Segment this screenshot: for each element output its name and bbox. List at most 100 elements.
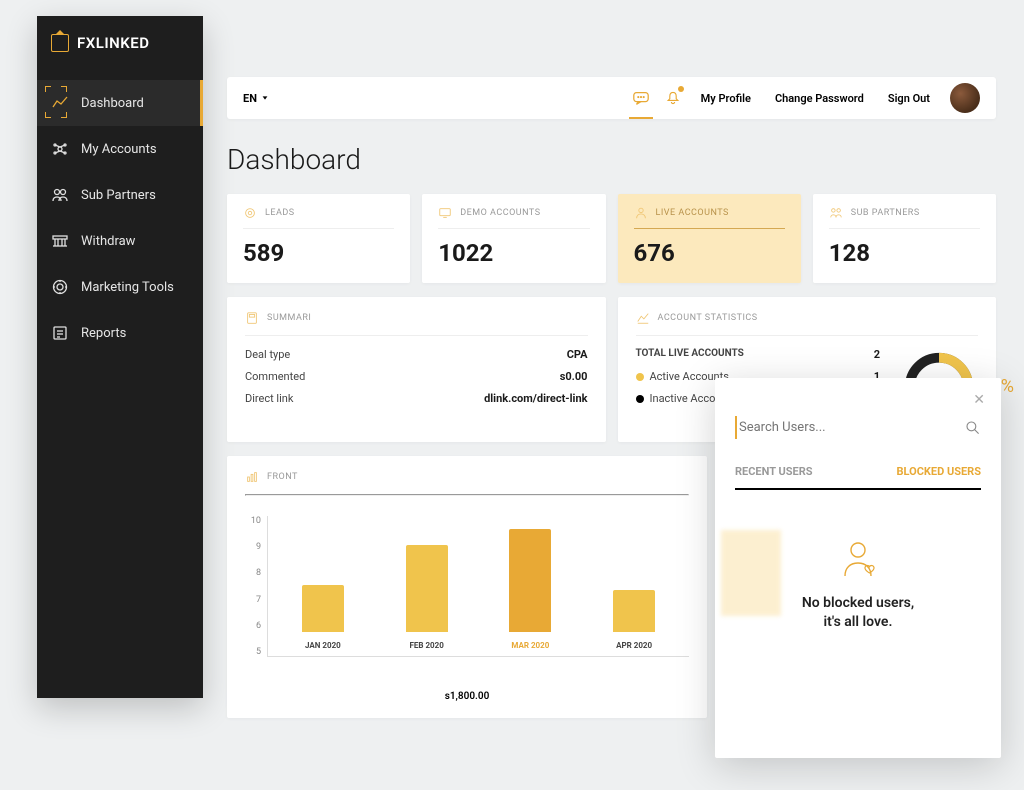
empty-message: No blocked users, it's all love. <box>802 594 914 633</box>
stat-label: LEADS <box>265 208 295 218</box>
demo-icon <box>438 206 452 220</box>
stat-label: LIVE ACCOUNTS <box>656 208 729 218</box>
stat-cards: LEADS 589 DEMO ACCOUNTS 1022 LIVE ACCOUN… <box>227 194 996 283</box>
reports-icon <box>51 324 69 342</box>
summary-row: Deal typeCPA <box>245 348 588 361</box>
bar-column[interactable]: FEB 2020 <box>390 545 464 632</box>
messages-icon[interactable] <box>625 77 657 119</box>
sidebar-item-reports[interactable]: Reports <box>37 310 203 356</box>
stat-label: SUB PARTNERS <box>851 208 920 218</box>
notification-badge <box>678 86 684 92</box>
stat-value: 589 <box>243 239 394 267</box>
summary-panel: SUMMARI Deal typeCPA Commenteds0.00 Dire… <box>227 297 606 442</box>
bar-column[interactable]: MAR 2020 <box>494 529 568 632</box>
total-live-row: TOTAL LIVE ACCOUNTS 2 <box>636 348 881 361</box>
summary-value: s0.00 <box>560 370 588 383</box>
accounts-icon <box>51 140 69 158</box>
close-icon[interactable]: ✕ <box>973 392 985 408</box>
partners-icon <box>829 206 843 220</box>
stat-card-leads[interactable]: LEADS 589 <box>227 194 410 283</box>
bars: JAN 2020 FEB 2020 MAR 2020 APR 2020 <box>267 516 689 657</box>
drawer-tabs: RECENT USERS BLOCKED USERS <box>735 465 981 478</box>
bar <box>406 545 448 632</box>
stat-value: 1022 <box>438 239 589 267</box>
tab-underline <box>735 488 981 490</box>
search-icon[interactable] <box>965 420 981 436</box>
bar-label: JAN 2020 <box>305 641 341 650</box>
summary-row: Commenteds0.00 <box>245 370 588 383</box>
stat-card-demo[interactable]: DEMO ACCOUNTS 1022 <box>422 194 605 283</box>
sidebar-item-label: Dashboard <box>81 96 144 111</box>
tab-blocked-users[interactable]: BLOCKED USERS <box>896 465 981 478</box>
sidebar-item-accounts[interactable]: My Accounts <box>37 126 203 172</box>
subpartners-icon <box>51 186 69 204</box>
sidebar-item-label: Withdraw <box>81 234 135 249</box>
bar-label: FEB 2020 <box>409 641 443 650</box>
legend-dot-active <box>636 373 644 381</box>
summary-value: CPA <box>567 348 588 361</box>
withdraw-icon <box>51 232 69 250</box>
bar-label: APR 2020 <box>616 641 652 650</box>
marketing-icon <box>51 278 69 296</box>
sidebar-item-label: Reports <box>81 326 126 341</box>
bar-column[interactable]: APR 2020 <box>597 590 671 632</box>
live-icon <box>634 206 648 220</box>
search-row <box>735 416 981 439</box>
y-tick: 7 <box>245 595 261 605</box>
nav: Dashboard My Accounts Sub Partners Withd… <box>37 80 203 356</box>
panel-title: ACCOUNT STATISTICS <box>658 313 758 323</box>
y-tick: 8 <box>245 568 261 578</box>
stat-card-sub[interactable]: SUB PARTNERS 128 <box>813 194 996 283</box>
page-title: Dashboard <box>227 143 996 176</box>
search-input[interactable] <box>739 416 965 439</box>
users-drawer: ✕ RECENT USERS BLOCKED USERS No blocked … <box>715 378 1001 758</box>
glow <box>721 530 781 616</box>
empty-state: No blocked users, it's all love. <box>735 538 981 633</box>
dashboard-icon <box>51 94 69 112</box>
brand-name: FXLINKED <box>77 34 150 52</box>
stat-card-live[interactable]: LIVE ACCOUNTS 676 <box>618 194 801 283</box>
y-tick: 5 <box>245 647 261 657</box>
topbar: EN My Profile Change Password Sign Out <box>227 77 996 119</box>
user-heart-icon <box>837 538 879 580</box>
bar-label: MAR 2020 <box>511 641 549 650</box>
stat-label: DEMO ACCOUNTS <box>460 208 540 218</box>
stat-value: 128 <box>829 239 980 267</box>
chart-panel: FRONT 1098765 JAN 2020FEB 2020MAR 2020AP… <box>227 456 707 718</box>
chevron-down-icon <box>261 94 269 102</box>
total-label: TOTAL LIVE ACCOUNTS <box>636 348 744 361</box>
chart-area: 10 9 8 7 6 5 JAN 2020 FEB 2020 MAR 2020 APR 2020 <box>245 516 689 681</box>
y-tick: 10 <box>245 516 261 526</box>
bar-column[interactable]: JAN 2020 <box>286 585 360 632</box>
summary-key: Direct link <box>245 392 293 405</box>
language-label: EN <box>243 92 257 105</box>
chart-caption: s1,800.00 <box>245 691 689 702</box>
language-selector[interactable]: EN <box>243 92 269 105</box>
summary-value: dlink.com/direct-link <box>484 392 587 405</box>
total-value: 2 <box>874 348 880 361</box>
bar <box>302 585 344 632</box>
sign-out-link[interactable]: Sign Out <box>888 92 930 105</box>
y-tick: 9 <box>245 542 261 552</box>
bar <box>509 529 551 632</box>
sidebar-item-withdraw[interactable]: Withdraw <box>37 218 203 264</box>
sidebar-item-label: My Accounts <box>81 142 157 157</box>
y-axis: 10 9 8 7 6 5 <box>245 516 267 681</box>
sidebar-item-label: Marketing Tools <box>81 280 174 295</box>
stat-value: 676 <box>634 239 785 267</box>
tab-recent-users[interactable]: RECENT USERS <box>735 465 813 478</box>
chart-icon <box>245 470 259 484</box>
sidebar-item-marketing[interactable]: Marketing Tools <box>37 264 203 310</box>
panel-title: SUMMARI <box>267 313 311 323</box>
change-password-link[interactable]: Change Password <box>775 92 864 105</box>
sidebar-item-label: Sub Partners <box>81 188 156 203</box>
logo[interactable]: FXLINKED <box>37 16 203 80</box>
my-profile-link[interactable]: My Profile <box>701 92 751 105</box>
logo-icon <box>51 34 69 52</box>
sidebar-item-subpartners[interactable]: Sub Partners <box>37 172 203 218</box>
avatar[interactable] <box>950 83 980 113</box>
sidebar-item-dashboard[interactable]: Dashboard <box>37 80 203 126</box>
notifications-icon[interactable] <box>657 77 689 119</box>
summary-row: Direct link dlink.com/direct-link <box>245 392 588 405</box>
y-tick: 6 <box>245 621 261 631</box>
